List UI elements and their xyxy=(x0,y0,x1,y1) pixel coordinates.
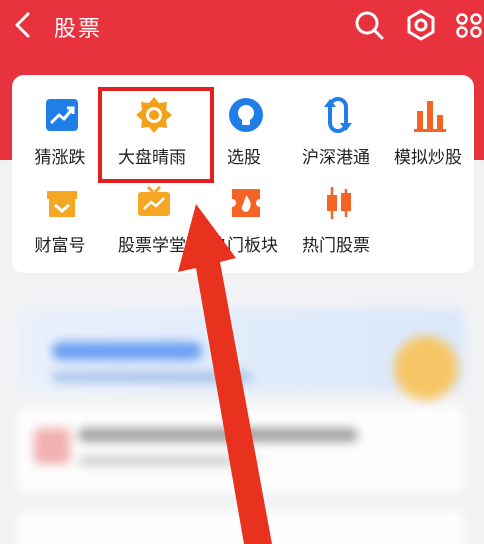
grid-item-label: 财富号 xyxy=(34,236,86,256)
tv-icon xyxy=(138,185,170,216)
blurred-content xyxy=(0,290,484,544)
list-item[interactable] xyxy=(18,510,464,544)
bar-chart-icon xyxy=(414,101,446,132)
banner-illustration xyxy=(394,336,458,400)
page-title: 股票 xyxy=(54,17,103,42)
banner-text-placeholder xyxy=(52,342,202,360)
grid-item-label: 模拟炒股 xyxy=(394,148,462,168)
flame-ticket-icon xyxy=(232,189,260,217)
search-icon[interactable] xyxy=(352,8,386,42)
list-item[interactable] xyxy=(18,406,464,492)
grid-item-hot-stocks[interactable]: 热门股票 xyxy=(290,75,382,256)
grid-item-label: 热门板块 xyxy=(210,236,278,256)
grid-item-wealth-account[interactable]: 财富号 xyxy=(14,75,106,256)
shop-icon xyxy=(47,191,77,217)
list-item-subtitle-placeholder xyxy=(78,456,258,466)
chevron-left-icon[interactable] xyxy=(10,10,38,40)
grid-item-label: 热门股票 xyxy=(302,236,370,256)
banner-subtext-placeholder xyxy=(52,372,252,382)
promo-banner[interactable] xyxy=(18,308,464,400)
top-bar: 股票 xyxy=(0,0,484,52)
candlestick-icon xyxy=(327,187,351,219)
grid-item-simulated-trading[interactable]: 模拟炒股 xyxy=(382,75,474,168)
tools-card: 猜涨跌 大盘晴雨 选股 沪深港通 模拟炒股 财富号 股票学堂 热门板块 热门股票 xyxy=(12,75,474,273)
list-item-title-placeholder xyxy=(78,428,358,442)
scan-icon[interactable] xyxy=(454,8,484,42)
highlight-box xyxy=(98,87,214,183)
gear-icon[interactable] xyxy=(404,8,438,42)
list-item-thumb xyxy=(34,428,70,464)
grid-item-label: 股票学堂 xyxy=(118,236,186,256)
